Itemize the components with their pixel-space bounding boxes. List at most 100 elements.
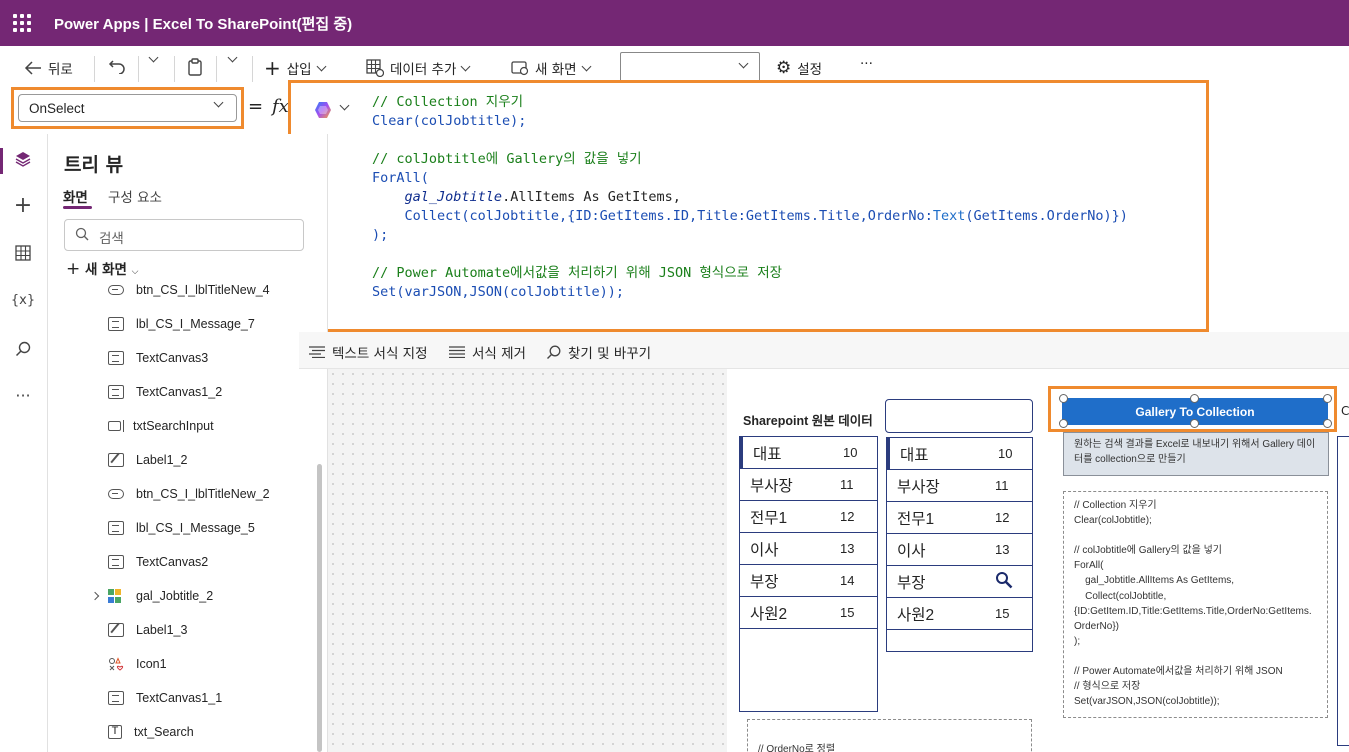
search-icon[interactable]	[995, 571, 1013, 592]
tab-components[interactable]: 구성 요소	[108, 186, 162, 206]
new-screen-tree-button[interactable]: + 새 화면 ⌵	[66, 258, 138, 279]
chevron-down-icon	[227, 52, 238, 63]
gallery-row-number: 10	[843, 445, 858, 460]
gallery-row-title: 이사	[750, 541, 779, 559]
tree-item[interactable]: txtSearchInput	[108, 419, 214, 433]
resize-handle[interactable]	[1323, 394, 1332, 403]
gallery-row[interactable]: 이사 13	[740, 533, 877, 565]
formula-editor[interactable]: // Collection 지우기 Clear(colJobtitle); //…	[288, 80, 1209, 332]
settings-button[interactable]: ⚙ 설정	[776, 58, 822, 79]
text-label-icon	[108, 521, 124, 535]
tree-item[interactable]: btn_CS_I_lblTitleNew_2	[108, 487, 270, 501]
arrow-left-icon	[24, 61, 41, 75]
description-label[interactable]: 원하는 검색 결과를 Excel로 내보내기 위해서 Gallery 데이터를 …	[1063, 432, 1329, 476]
variables-icon[interactable]: {x}	[11, 289, 35, 311]
gallery-row[interactable]: 대표 10	[887, 438, 1032, 470]
tree-scrollbar[interactable]	[317, 464, 322, 752]
gallery-row[interactable]: 부장	[887, 566, 1032, 598]
undo-menu-button[interactable]	[148, 52, 159, 63]
search-icon[interactable]	[12, 338, 34, 360]
code-line: // Power Automate에서값을 처리하기 위해 JSON 형식으로 …	[372, 265, 783, 281]
more-button[interactable]: ···	[860, 56, 873, 72]
resize-handle[interactable]	[1323, 419, 1332, 428]
tree-view-title: 트리 뷰	[64, 154, 124, 176]
new-screen-button[interactable]: 새 화면	[511, 58, 592, 78]
gallery-sharepoint[interactable]: 대표 10 부사장 11 전무1 12 이사 13 부장 14 사원2 15	[739, 436, 878, 712]
edit-label-icon	[108, 623, 124, 637]
property-dropdown[interactable]: OnSelect	[18, 94, 237, 122]
gallery-row[interactable]: 부사장 11	[887, 470, 1032, 502]
gallery-row[interactable]: 대표 10	[740, 437, 877, 469]
code-line: Set(varJSON,JSON(colJobtitle));	[372, 284, 624, 300]
tree-item[interactable]: Label1_3	[108, 623, 187, 637]
format-bar: 텍스트 서식 지정 서식 제거 찾기 및 바꾸기	[299, 332, 1349, 369]
sort-text-label[interactable]: // OrderNo로 정렬	[747, 719, 1032, 752]
gallery-row[interactable]: 부장 14	[740, 565, 877, 597]
format-text-button[interactable]: 텍스트 서식 지정	[309, 342, 428, 362]
code-line: // colJobtitle에 Gallery의 값을 넣기	[372, 151, 642, 167]
tree-item[interactable]: Ttxt_Search	[108, 725, 194, 739]
gallery-row[interactable]: 부사장 11	[740, 469, 877, 501]
tree-search-input[interactable]: 검색	[64, 219, 304, 251]
gallery-jobtitle[interactable]: 대표 10 부사장 11 전무1 12 이사 13 부장 사원2 15	[886, 437, 1033, 652]
gallery-row-title: 대표	[753, 445, 782, 463]
insert-label: 삽입	[286, 62, 312, 78]
gallery-row-number: 13	[995, 542, 1010, 557]
tree-item-label: TextCanvas3	[136, 351, 209, 365]
more-icon[interactable]: ···	[12, 384, 34, 406]
right-gallery-edge[interactable]	[1337, 436, 1349, 746]
gallery-row[interactable]: 이사 13	[887, 534, 1032, 566]
gallery-row-title: 사원2	[897, 606, 935, 624]
back-button[interactable]: 뒤로	[24, 58, 73, 78]
app-launcher-icon[interactable]	[13, 14, 31, 32]
plus-icon[interactable]: +	[12, 193, 34, 218]
tree-item[interactable]: gal_Jobtitle_2	[90, 589, 213, 603]
format-text-icon	[309, 346, 325, 358]
text-box-icon: T	[108, 725, 122, 739]
resize-handle[interactable]	[1059, 394, 1068, 403]
table-icon[interactable]	[12, 242, 34, 264]
gallery-row[interactable]: 사원2 15	[887, 598, 1032, 630]
chevron-down-icon[interactable]	[339, 100, 350, 111]
tab-screens[interactable]: 화면	[63, 186, 88, 206]
find-replace-button[interactable]: 찾기 및 바꾸기	[546, 342, 651, 362]
tree-item[interactable]: TextCanvas1_1	[108, 691, 222, 705]
gallery-row[interactable]: 전무1 12	[887, 502, 1032, 534]
add-data-button[interactable]: 데이터 추가	[366, 58, 471, 78]
resize-handle[interactable]	[1190, 394, 1199, 403]
tree-item[interactable]: TextCanvas3	[108, 351, 208, 365]
gallery-row-number: 12	[840, 509, 855, 524]
undo-button[interactable]	[108, 58, 126, 74]
chevron-right-icon[interactable]	[90, 591, 100, 601]
new-screen-icon	[511, 61, 529, 76]
resize-handle[interactable]	[1190, 419, 1199, 428]
resize-handle[interactable]	[1059, 419, 1068, 428]
insert-button[interactable]: + 삽입	[264, 58, 327, 78]
tree-item[interactable]: lbl_CS_I_Message_7	[108, 317, 255, 331]
equals-sign: =	[248, 96, 264, 117]
remove-format-button[interactable]: 서식 제거	[449, 342, 526, 362]
gallery-row[interactable]: 사원2 15	[740, 597, 877, 629]
gallery-row[interactable]: 전무1 12	[740, 501, 877, 533]
tree-item[interactable]: TextCanvas1_2	[108, 385, 222, 399]
paste-button[interactable]	[187, 58, 203, 76]
tree-item[interactable]: btn_CS_I_lblTitleNew_4	[108, 283, 270, 297]
layers-icon[interactable]	[12, 148, 34, 170]
gallery-row-number: 14	[840, 573, 855, 588]
search-text-input[interactable]	[885, 399, 1033, 433]
gallery-row-title: 부사장	[897, 478, 940, 496]
chevron-down-icon	[738, 58, 749, 69]
code-text-label[interactable]: // Collection 지우기 Clear(colJobtitle); //…	[1063, 491, 1328, 718]
paste-menu-button[interactable]	[227, 52, 238, 63]
fx-icon[interactable]: fx	[272, 96, 289, 117]
tree-item[interactable]: lbl_CS_I_Message_5	[108, 521, 255, 535]
copilot-icon[interactable]	[313, 100, 333, 120]
gallery-row-title: 부사장	[750, 477, 793, 495]
tree-item-label: btn_CS_I_lblTitleNew_4	[136, 283, 270, 297]
more-icon: ···	[860, 56, 873, 72]
tree-item-label: txt_Search	[134, 725, 194, 739]
tree-item[interactable]: Icon1	[108, 657, 167, 671]
tree-item-label: lbl_CS_I_Message_7	[136, 317, 255, 331]
tree-item[interactable]: TextCanvas2	[108, 555, 208, 569]
tree-item[interactable]: Label1_2	[108, 453, 187, 467]
